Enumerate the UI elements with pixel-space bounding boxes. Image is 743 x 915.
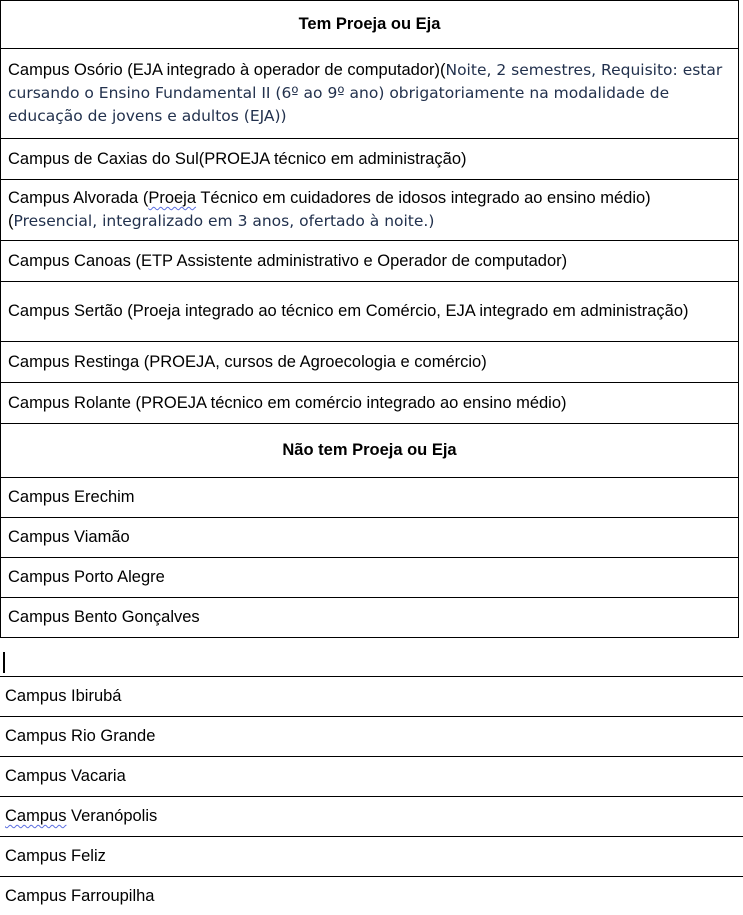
table-row: Campus Ibirubá <box>0 676 743 717</box>
table-row: Campus Veranópolis <box>0 796 743 837</box>
spellcheck-word: Campus <box>5 807 67 825</box>
heading-with-proeja: Tem Proeja ou Eja <box>0 0 739 49</box>
table-row: Campus Vacaria <box>0 756 743 797</box>
table-row: Campus Rio Grande <box>0 716 743 757</box>
table-cell[interactable]: Campus Veranópolis <box>0 796 743 837</box>
table-row: Campus Sertão (Proeja integrado ao técni… <box>0 281 739 342</box>
table-cell[interactable]: Campus Feliz <box>0 836 743 877</box>
table-cell[interactable]: Campus Rio Grande <box>0 716 743 757</box>
table-cell[interactable]: Campus Rolante (PROEJA técnico em comérc… <box>0 382 739 424</box>
table-row: Não tem Proeja ou Eja <box>0 423 739 478</box>
campus-list-table: Campus Ibirubá Campus Rio Grande Campus … <box>0 676 743 915</box>
table-cell[interactable]: Campus Osório (EJA integrado à operador … <box>0 48 739 139</box>
table-cell[interactable]: Campus Sertão (Proeja integrado ao técni… <box>0 281 739 342</box>
table-cell[interactable]: Campus Ibirubá <box>0 676 743 717</box>
campus-table: Tem Proeja ou Eja Campus Osório (EJA int… <box>0 0 739 638</box>
table-row: Campus Alvorada (Proeja Técnico em cuida… <box>0 179 739 241</box>
table-row: Campus Erechim <box>0 477 739 518</box>
table-cell[interactable]: Campus Restinga (PROEJA, cursos de Agroe… <box>0 341 739 383</box>
table-cell[interactable]: Campus Alvorada (Proeja Técnico em cuida… <box>0 179 739 241</box>
table-row: Tem Proeja ou Eja <box>0 0 739 49</box>
table-cell[interactable]: Campus Bento Gonçalves <box>0 597 739 638</box>
table-row: Campus Feliz <box>0 836 743 877</box>
table-row: Campus Canoas (ETP Assistente administra… <box>0 240 739 282</box>
table-row: Campus Rolante (PROEJA técnico em comérc… <box>0 382 739 424</box>
campus-detail: Presencial, integralizado em 3 anos, ofe… <box>13 212 435 230</box>
text-cursor <box>3 652 5 673</box>
table-row: Campus Porto Alegre <box>0 557 739 598</box>
table-cell[interactable]: Campus Canoas (ETP Assistente administra… <box>0 240 739 282</box>
table-row: Campus Viamão <box>0 517 739 558</box>
table-row: Campus Restinga (PROEJA, cursos de Agroe… <box>0 341 739 383</box>
table-row: Campus de Caxias do Sul(PROEJA técnico e… <box>0 138 739 180</box>
table-cell[interactable]: Campus Porto Alegre <box>0 557 739 598</box>
campus-name: Campus Osório (EJA integrado à operador … <box>8 61 446 79</box>
table-row: Campus Farroupilha <box>0 876 743 915</box>
table-cell[interactable]: Campus de Caxias do Sul(PROEJA técnico e… <box>0 138 739 180</box>
table-cell[interactable]: Campus Farroupilha <box>0 876 743 915</box>
table-cell[interactable]: Campus Vacaria <box>0 756 743 797</box>
campus-name: Veranópolis <box>66 807 158 825</box>
campus-name: Campus Alvorada ( <box>8 189 149 207</box>
spellcheck-word: Proeja <box>148 189 197 207</box>
heading-without-proeja: Não tem Proeja ou Eja <box>0 423 739 478</box>
table-cell[interactable]: Campus Erechim <box>0 477 739 518</box>
table-cell[interactable]: Campus Viamão <box>0 517 739 558</box>
table-row: Campus Bento Gonçalves <box>0 597 739 638</box>
table-row: Campus Osório (EJA integrado à operador … <box>0 48 739 139</box>
